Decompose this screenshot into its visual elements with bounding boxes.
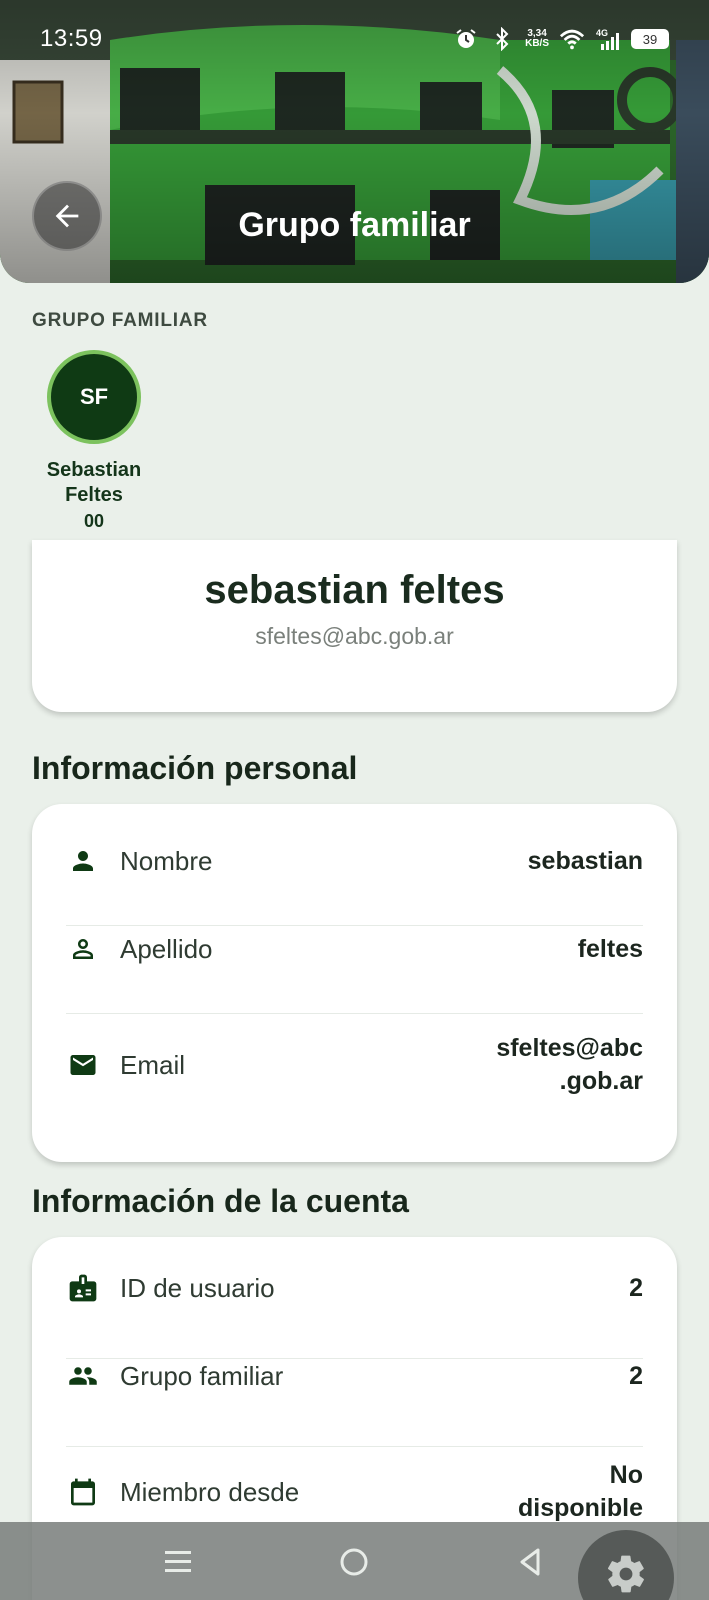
badge-icon: [66, 1271, 100, 1305]
row-divider: [66, 1013, 643, 1014]
info-row-apellido: Apellido feltes: [66, 932, 643, 966]
back-nav-button[interactable]: [510, 1542, 550, 1582]
row-label: Grupo familiar: [120, 1360, 284, 1391]
wifi-icon: [559, 26, 585, 52]
page-title: Grupo familiar: [238, 206, 471, 244]
account-info-title: Información de la cuenta: [32, 1183, 409, 1219]
member-since-line2: disponible: [518, 1494, 643, 1522]
info-row-member-since: Miembro desde No disponible: [66, 1459, 643, 1525]
member-number: 00: [83, 511, 105, 531]
info-row-email: Email sfeltes@abc .gob.ar: [66, 1032, 643, 1098]
row-value: feltes: [577, 934, 643, 963]
back-triangle-icon: [520, 1548, 540, 1576]
row-value: No disponible: [518, 1459, 643, 1525]
member-first-name: Sebastian: [46, 459, 142, 481]
net-speed: 3,34 KB/S: [525, 29, 549, 49]
profile-name: sebastian feltes: [204, 568, 505, 612]
alarm-icon: [453, 26, 479, 52]
profile-card: sebastian feltes sfeltes@abc.gob.ar: [32, 540, 677, 712]
row-divider: [66, 1446, 643, 1447]
row-divider: [66, 925, 643, 926]
group-member-item[interactable]: SF Sebastian Feltes 00: [32, 350, 156, 534]
info-row-user-id: ID de usuario 2: [66, 1271, 643, 1305]
row-value: 2: [629, 1273, 643, 1302]
row-label: Nombre: [120, 845, 213, 876]
person-filled-icon: [66, 844, 100, 878]
row-label: Email: [120, 1049, 186, 1080]
info-row-family-group: Grupo familiar 2: [66, 1359, 643, 1393]
group-icon: [66, 1359, 100, 1393]
network-type-label: 4G: [596, 28, 608, 38]
net-speed-unit: KB/S: [525, 38, 549, 49]
group-section-label: GRUPO FAMILIAR: [32, 310, 208, 331]
email-value-line2: .gob.ar: [559, 1067, 643, 1095]
battery-indicator: 39: [631, 29, 669, 49]
home-button[interactable]: [334, 1542, 374, 1582]
info-row-nombre: Nombre sebastian: [66, 844, 643, 878]
mail-icon: [66, 1048, 100, 1082]
gear-icon: [607, 1555, 644, 1593]
email-value-line1: sfeltes@abc: [496, 1034, 643, 1062]
member-last-name: Feltes: [65, 484, 123, 506]
row-label: Miembro desde: [120, 1476, 300, 1507]
row-value: 2: [629, 1361, 643, 1390]
row-label: Apellido: [120, 933, 213, 964]
status-icons: 3,34 KB/S 4G 39: [453, 26, 669, 52]
status-bar: 13:59 3,34 KB/S 4G 39: [0, 0, 709, 78]
person-outline-icon: [66, 932, 100, 966]
avatar: SF: [47, 350, 141, 444]
member-since-line1: No: [609, 1461, 643, 1489]
signal-icon: 4G: [595, 26, 621, 52]
profile-email: sfeltes@abc.gob.ar: [255, 623, 454, 649]
home-circle-icon: [340, 1548, 368, 1576]
row-value: sebastian: [527, 846, 643, 875]
menu-lines-icon: [165, 1551, 191, 1572]
row-label: ID de usuario: [120, 1272, 275, 1303]
row-value: sfeltes@abc .gob.ar: [496, 1032, 643, 1098]
member-name: Sebastian Feltes: [32, 458, 156, 508]
bluetooth-icon: [489, 26, 515, 52]
calendar-icon: [66, 1475, 100, 1509]
personal-info-title: Información personal: [32, 750, 358, 786]
recent-apps-button[interactable]: [158, 1542, 198, 1582]
personal-info-card: Nombre sebastian Apellido feltes Email s…: [32, 804, 677, 1162]
status-time: 13:59: [40, 25, 103, 52]
